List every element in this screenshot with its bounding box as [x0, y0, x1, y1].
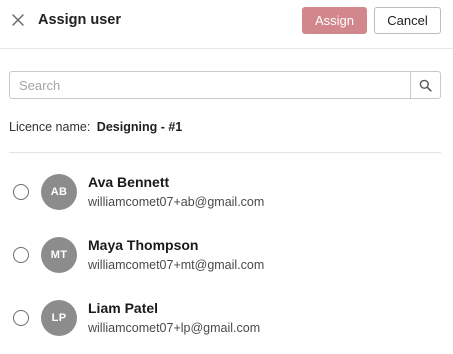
- user-row[interactable]: MT Maya Thompson williamcomet07+mt@gmail…: [0, 225, 453, 288]
- assign-button[interactable]: Assign: [302, 7, 367, 34]
- user-row[interactable]: LP Liam Patel williamcomet07+lp@gmail.co…: [0, 288, 453, 351]
- user-radio[interactable]: [13, 310, 29, 326]
- licence-name: Designing - #1: [96, 120, 183, 134]
- avatar: MT: [41, 237, 77, 273]
- user-email: williamcomet07+lp@gmail.com: [88, 321, 261, 335]
- search-input[interactable]: [10, 72, 410, 98]
- user-name: Liam Patel: [88, 300, 159, 316]
- dialog-title: Assign user: [38, 12, 121, 28]
- user-email: williamcomet07+ab@gmail.com: [88, 195, 265, 209]
- divider: [9, 152, 441, 153]
- user-radio[interactable]: [13, 184, 29, 200]
- cancel-button[interactable]: Cancel: [374, 7, 441, 34]
- licence-info: Licence name: Designing - #1: [9, 120, 182, 134]
- avatar: LP: [41, 300, 77, 336]
- user-email: williamcomet07+mt@gmail.com: [88, 258, 265, 272]
- user-name: Maya Thompson: [88, 237, 199, 253]
- user-name: Ava Bennett: [88, 174, 170, 190]
- close-icon: [12, 14, 24, 26]
- search-bar: [9, 71, 441, 99]
- search-button[interactable]: [410, 72, 440, 98]
- licence-label: Licence name:: [9, 120, 91, 134]
- user-list: AB Ava Bennett williamcomet07+ab@gmail.c…: [0, 162, 453, 351]
- search-icon: [419, 79, 432, 92]
- close-button[interactable]: [9, 11, 27, 29]
- user-row[interactable]: AB Ava Bennett williamcomet07+ab@gmail.c…: [0, 162, 453, 225]
- user-radio[interactable]: [13, 247, 29, 263]
- avatar: AB: [41, 174, 77, 210]
- dialog-header: Assign user Assign Cancel: [0, 0, 453, 49]
